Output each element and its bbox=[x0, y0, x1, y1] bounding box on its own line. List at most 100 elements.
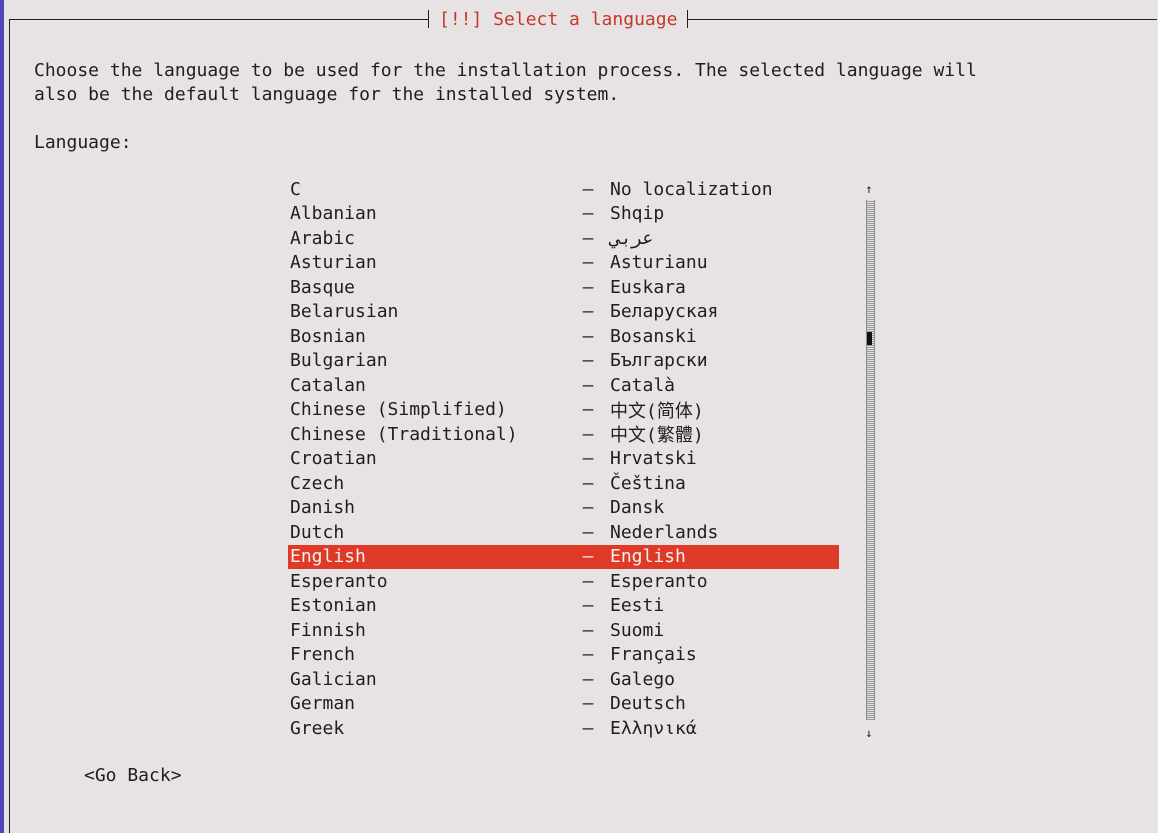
language-native-name: Deutsch bbox=[610, 693, 686, 715]
language-separator: – bbox=[582, 423, 594, 445]
language-list[interactable]: C – No localization Albanian – Shqip Arabic – عر… bbox=[288, 177, 839, 741]
language-option[interactable]: French – Français bbox=[288, 643, 839, 668]
language-name: Czech bbox=[290, 472, 345, 494]
language-separator: – bbox=[582, 301, 594, 323]
language-option[interactable]: Chinese (Traditional) – 中文(繁體) bbox=[288, 422, 839, 447]
language-separator: – bbox=[582, 178, 594, 200]
language-option[interactable]: Asturian – Asturianu bbox=[288, 251, 839, 276]
language-name: Finnish bbox=[290, 619, 366, 641]
language-option[interactable]: Bosnian – Bosanski bbox=[288, 324, 839, 349]
language-option[interactable]: Basque – Euskara bbox=[288, 275, 839, 300]
language-separator: – bbox=[582, 472, 594, 494]
language-native-name: Asturianu bbox=[610, 252, 708, 274]
language-native-name: Eesti bbox=[610, 595, 665, 617]
language-separator: – bbox=[582, 570, 594, 592]
language-name: Arabic bbox=[290, 227, 356, 249]
dialog-frame-left bbox=[9, 19, 10, 833]
language-native-name: Suomi bbox=[610, 619, 665, 641]
language-option[interactable]: Czech – Čeština bbox=[288, 471, 839, 496]
language-option[interactable]: Belarusian – Беларуская bbox=[288, 300, 839, 325]
language-separator: – bbox=[582, 595, 594, 617]
language-name: Chinese (Simplified) bbox=[290, 399, 507, 421]
language-separator: – bbox=[582, 276, 594, 298]
language-separator: – bbox=[582, 448, 594, 470]
language-option[interactable]: Albanian – Shqip bbox=[288, 202, 839, 227]
language-option-selected[interactable]: English – English bbox=[288, 544, 839, 569]
language-name: Dutch bbox=[290, 521, 345, 543]
language-native-name: عربي bbox=[610, 227, 654, 249]
language-name: Croatian bbox=[290, 448, 377, 470]
language-option[interactable]: Dutch – Nederlands bbox=[288, 520, 839, 545]
arrow-down-icon[interactable]: ↓ bbox=[862, 726, 876, 740]
language-name: C bbox=[290, 178, 301, 200]
language-name: German bbox=[290, 693, 356, 715]
language-native-name: Galego bbox=[610, 668, 676, 690]
language-separator: – bbox=[582, 693, 594, 715]
language-separator: – bbox=[582, 546, 594, 568]
language-native-name: Čeština bbox=[610, 472, 686, 494]
language-native-name: English bbox=[610, 546, 686, 568]
language-native-name: 中文(简体) bbox=[610, 400, 704, 422]
language-separator: – bbox=[582, 497, 594, 519]
language-native-name: Esperanto bbox=[610, 570, 708, 592]
language-option[interactable]: Catalan – Català bbox=[288, 373, 839, 398]
scrollbar-thumb[interactable] bbox=[867, 332, 872, 345]
language-native-name: Euskara bbox=[610, 276, 686, 298]
arrow-up-icon[interactable]: ↑ bbox=[862, 182, 876, 196]
language-name: Albanian bbox=[290, 203, 377, 225]
language-native-name: Bosanski bbox=[610, 325, 697, 347]
language-option[interactable]: Estonian – Eesti bbox=[288, 594, 839, 619]
language-option[interactable]: Galician – Galego bbox=[288, 667, 839, 692]
description-line-2: also be the default language for the ins… bbox=[34, 84, 620, 105]
language-separator: – bbox=[582, 717, 594, 739]
language-name: English bbox=[290, 546, 366, 568]
language-separator: – bbox=[582, 668, 594, 690]
installer-screen: [!!] Select a language Choose the langua… bbox=[0, 0, 1158, 833]
language-option[interactable]: German – Deutsch bbox=[288, 692, 839, 717]
language-field-label: Language: bbox=[34, 132, 132, 153]
language-option[interactable]: Arabic – عربي bbox=[288, 226, 839, 251]
language-name: Bosnian bbox=[290, 325, 366, 347]
language-separator: – bbox=[582, 350, 594, 372]
language-option[interactable]: Greek – Ελληνικά bbox=[288, 716, 839, 741]
language-option[interactable]: Croatian – Hrvatski bbox=[288, 447, 839, 472]
language-name: Bulgarian bbox=[290, 350, 388, 372]
language-name: Basque bbox=[290, 276, 356, 298]
language-name: Belarusian bbox=[290, 301, 399, 323]
language-name: Catalan bbox=[290, 374, 366, 396]
language-separator: – bbox=[582, 203, 594, 225]
language-name: Asturian bbox=[290, 252, 377, 274]
language-native-name: Ελληνικά bbox=[610, 717, 697, 739]
language-option[interactable]: Bulgarian – Български bbox=[288, 349, 839, 374]
language-separator: – bbox=[582, 399, 594, 421]
language-separator: – bbox=[582, 619, 594, 641]
language-separator: – bbox=[582, 521, 594, 543]
go-back-button[interactable]: <Go Back> bbox=[84, 764, 182, 788]
language-native-name: 中文(繁體) bbox=[610, 425, 704, 447]
language-name: Esperanto bbox=[290, 570, 388, 592]
language-option[interactable]: Esperanto – Esperanto bbox=[288, 569, 839, 594]
language-native-name: Dansk bbox=[610, 497, 665, 519]
dialog-description: Choose the language to be used for the i… bbox=[34, 59, 977, 107]
title-bracket-right bbox=[687, 10, 695, 28]
language-name: Galician bbox=[290, 668, 377, 690]
language-option[interactable]: Danish – Dansk bbox=[288, 496, 839, 521]
language-native-name: Nederlands bbox=[610, 521, 719, 543]
language-separator: – bbox=[582, 227, 594, 249]
language-separator: – bbox=[582, 644, 594, 666]
language-native-name: No localization bbox=[610, 178, 773, 200]
language-native-name: Français bbox=[610, 644, 697, 666]
language-separator: – bbox=[582, 252, 594, 274]
language-name: Greek bbox=[290, 717, 345, 739]
language-option[interactable]: Finnish – Suomi bbox=[288, 618, 839, 643]
language-option[interactable]: C – No localization bbox=[288, 177, 839, 202]
language-list-scrollbar[interactable]: ↑ ↓ bbox=[862, 182, 876, 742]
scrollbar-track[interactable] bbox=[866, 200, 875, 720]
dialog-title: [!!] Select a language bbox=[439, 8, 678, 30]
dialog-title-box: [!!] Select a language bbox=[422, 6, 695, 32]
language-separator: – bbox=[582, 374, 594, 396]
language-native-name: Hrvatski bbox=[610, 448, 697, 470]
language-name: Estonian bbox=[290, 595, 377, 617]
description-line-1: Choose the language to be used for the i… bbox=[34, 60, 977, 81]
language-option[interactable]: Chinese (Simplified) – 中文(简体) bbox=[288, 398, 839, 423]
